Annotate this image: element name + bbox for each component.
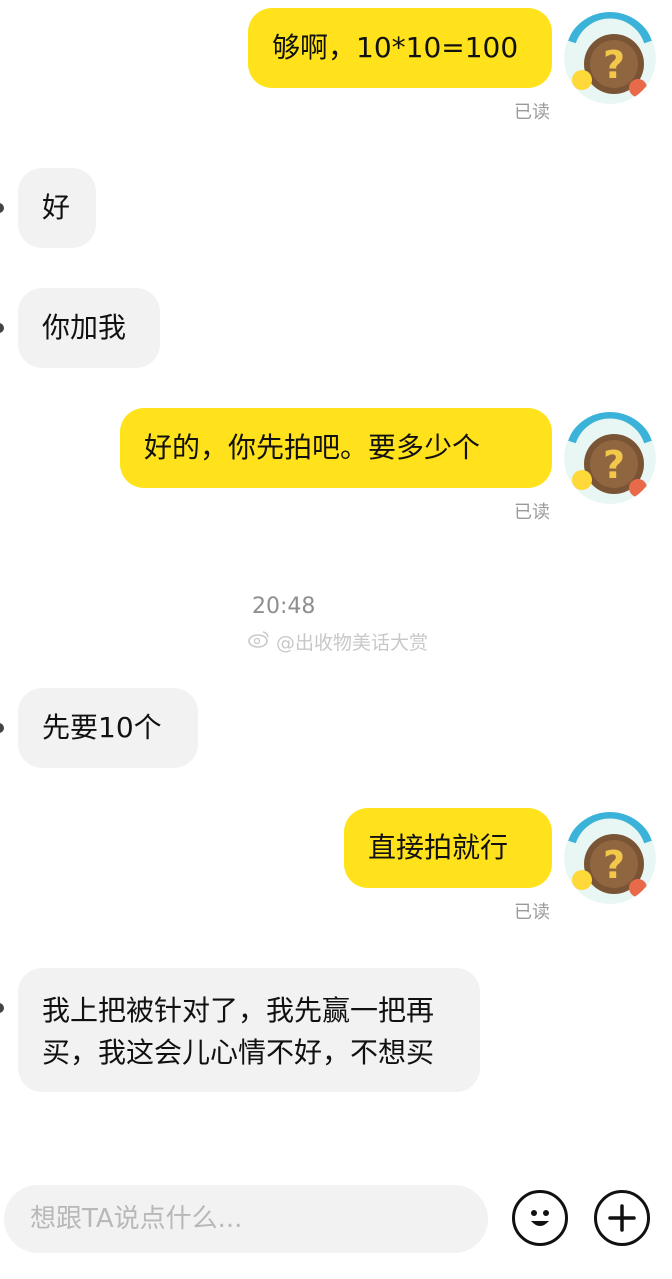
mystery-box-avatar-icon: ? (564, 12, 656, 104)
their-message-bubble[interactable]: 你加我 (18, 288, 160, 368)
message-input-container[interactable] (4, 1185, 488, 1253)
read-status: 已读 (514, 902, 550, 923)
read-status: 已读 (514, 102, 550, 123)
user-avatar[interactable]: ? (564, 412, 656, 504)
partner-avatar-edge (0, 323, 4, 333)
timestamp: 20:48 (252, 594, 316, 619)
my-message-bubble[interactable]: 好的，你先拍吧。要多少个 (120, 408, 552, 488)
watermark: @出收物美话大赏 (248, 628, 428, 655)
partner-avatar-edge (0, 1003, 4, 1013)
smiley-face-icon (531, 1210, 549, 1226)
my-message-bubble[interactable]: 够啊，10*10=100 (248, 8, 552, 88)
partner-avatar-edge (0, 203, 4, 213)
their-message-bubble[interactable]: 我上把被针对了，我先赢一把再买，我这会儿心情不好，不想买 (18, 968, 480, 1092)
emoji-button[interactable] (512, 1190, 568, 1246)
weibo-icon (248, 630, 270, 653)
watermark-text: @出收物美话大赏 (276, 632, 429, 654)
plus-icon (608, 1204, 636, 1232)
svg-text:?: ? (603, 443, 625, 487)
read-status: 已读 (514, 502, 550, 523)
mystery-box-avatar-icon: ? (564, 412, 656, 504)
svg-text:?: ? (603, 43, 625, 87)
user-avatar[interactable]: ? (564, 12, 656, 104)
their-message-bubble[interactable]: 好 (18, 168, 96, 248)
message-input[interactable] (28, 1203, 464, 1235)
user-avatar[interactable]: ? (564, 812, 656, 904)
svg-text:?: ? (603, 843, 625, 887)
partner-avatar-edge (0, 723, 4, 733)
my-message-bubble[interactable]: 直接拍就行 (344, 808, 552, 888)
their-message-bubble[interactable]: 先要10个 (18, 688, 198, 768)
add-button[interactable] (594, 1190, 650, 1246)
mystery-box-avatar-icon: ? (564, 812, 656, 904)
